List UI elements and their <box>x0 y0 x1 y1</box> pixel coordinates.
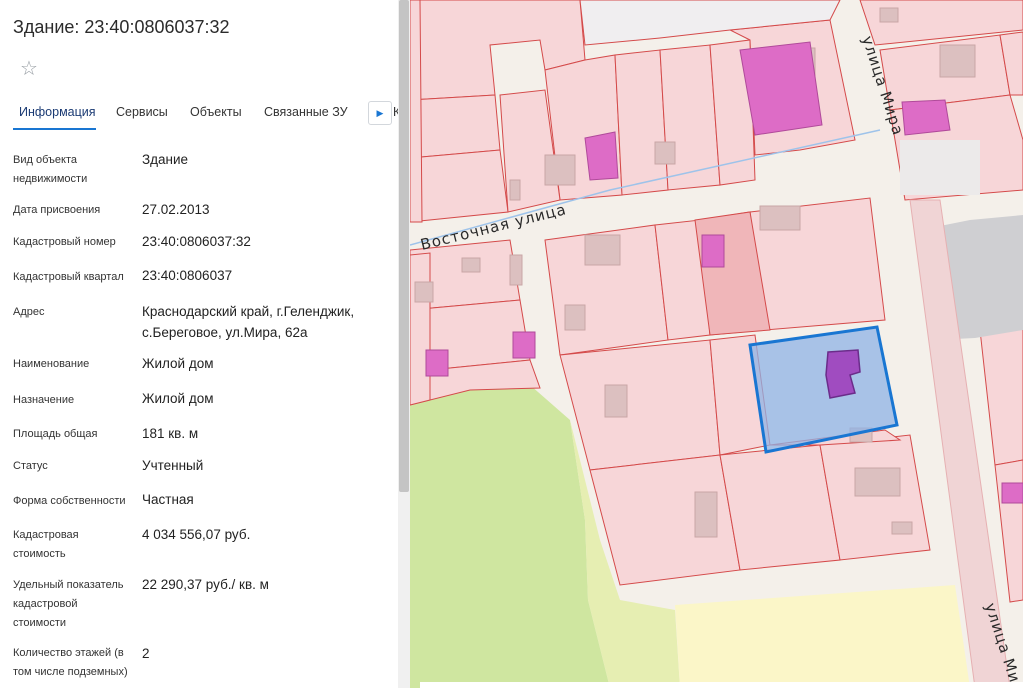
active-tab-indicator <box>13 128 96 130</box>
info-panel: Здание: 23:40:0806037:32 ☆ Информация Се… <box>0 0 398 688</box>
field-label-name: Наименование <box>13 358 90 370</box>
parcel[interactable] <box>819 434 931 561</box>
parcel[interactable] <box>719 444 841 571</box>
selected-building[interactable] <box>825 349 861 399</box>
field-value-cadastral-number: 23:40:0806037:32 <box>142 234 251 249</box>
building <box>564 304 586 331</box>
field-value-purpose: Жилой дом <box>142 391 214 406</box>
field-label-status: Статус <box>13 460 48 472</box>
building-highlighted[interactable] <box>739 41 823 136</box>
field-value-assign-date: 27.02.2013 <box>142 202 210 217</box>
tab-services[interactable]: Сервисы <box>116 96 168 128</box>
field-value-cadastral-quarter: 23:40:0806037 <box>142 268 233 283</box>
building-highlighted[interactable] <box>425 349 449 377</box>
parcel[interactable] <box>614 49 669 196</box>
field-value-total-area: 181 кв. м <box>142 426 199 441</box>
building <box>544 154 576 186</box>
building <box>414 281 434 303</box>
building <box>461 257 481 273</box>
map-bottom-bar <box>420 682 1023 688</box>
field-label-cadastral-value: Кадастровая стоимость <box>13 529 79 560</box>
field-value-ownership: Частная <box>142 492 194 507</box>
field-value-specific-value: 22 290,37 руб./ кв. м <box>142 577 269 592</box>
building <box>854 467 901 497</box>
page-title: Здание: 23:40:0806037:32 <box>13 17 230 37</box>
parcel[interactable] <box>410 94 501 159</box>
field-label-assign-date: Дата присвоения <box>13 204 101 216</box>
building <box>509 254 523 286</box>
tab-information[interactable]: Информация <box>19 96 96 128</box>
building <box>879 7 899 23</box>
parcel[interactable] <box>410 149 509 223</box>
building <box>759 205 801 231</box>
cadastral-map[interactable]: Восточная улица улица Мира улица Мира <box>410 0 1023 688</box>
parcel[interactable] <box>410 0 423 223</box>
field-value-address: Краснодарский край, г.Геленджик, с.Берег… <box>142 304 355 340</box>
field-label-cadastral-quarter: Кадастровый квартал <box>13 271 124 283</box>
parcel[interactable] <box>410 252 431 406</box>
field-value-name: Жилой дом <box>142 356 214 371</box>
building-highlighted[interactable] <box>901 99 951 136</box>
building-highlighted[interactable] <box>512 331 536 359</box>
star-icon[interactable]: ☆ <box>20 58 42 80</box>
plain-lot <box>900 140 980 195</box>
building <box>939 44 976 78</box>
field-label-floors: Количество этажей (в том числе подземных… <box>13 647 128 678</box>
tab-objects[interactable]: Объекты <box>190 96 242 128</box>
field-label-specific-value: Удельный показатель кадастровой стоимост… <box>13 579 124 629</box>
building <box>509 179 521 201</box>
field-label-purpose: Назначение <box>13 394 75 406</box>
tab-bar: Информация Сервисы Объекты Связанные ЗУ … <box>0 96 398 130</box>
building-highlighted[interactable] <box>1001 482 1023 504</box>
field-label-object-type: Вид объекта недвижимости <box>13 154 88 185</box>
field-value-cadastral-value: 4 034 556,07 руб. <box>142 527 251 542</box>
field-label-cadastral-number: Кадастровый номер <box>13 236 116 248</box>
tab-related-land[interactable]: Связанные ЗУ <box>264 96 348 128</box>
map-canvas[interactable]: Восточная улица улица Мира улица Мира <box>410 0 1023 688</box>
building <box>654 141 676 165</box>
chevron-right-icon[interactable]: ▶ <box>368 101 392 125</box>
building <box>891 521 913 535</box>
building <box>694 491 718 538</box>
field-label-address: Адрес <box>13 306 45 318</box>
building-highlighted[interactable] <box>584 131 619 181</box>
field-label-total-area: Площадь общая <box>13 428 98 440</box>
building <box>584 234 621 266</box>
field-value-floors: 2 <box>142 646 150 661</box>
building <box>604 384 628 418</box>
panel-scrollbar-thumb[interactable] <box>399 0 409 492</box>
field-label-ownership: Форма собственности <box>13 495 126 507</box>
field-value-status: Учтенный <box>142 458 204 473</box>
field-value-object-type: Здание <box>142 152 189 167</box>
building-highlighted[interactable] <box>701 234 725 268</box>
